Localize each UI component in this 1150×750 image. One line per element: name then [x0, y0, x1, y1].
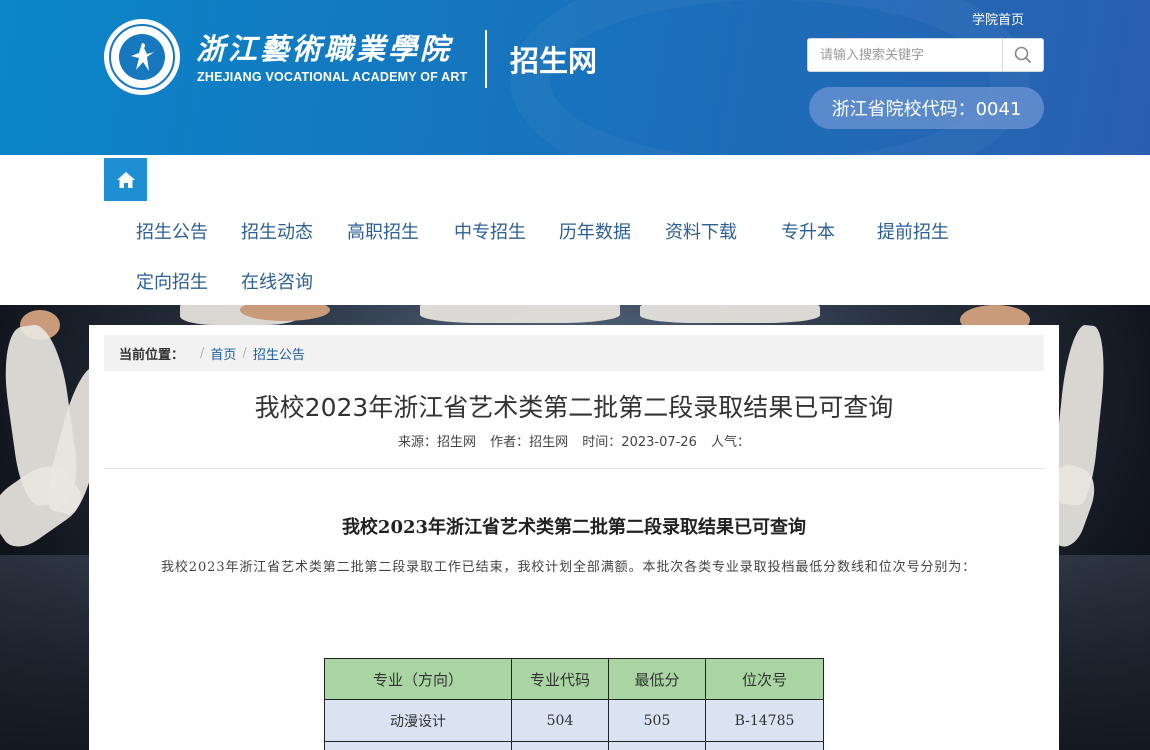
meta-views: 人气：	[711, 435, 751, 450]
nav-item-historical-data[interactable]: 历年数据	[559, 218, 631, 244]
nav-item-admission-news[interactable]: 招生动态	[241, 218, 313, 244]
body-title: 我校2023年浙江省艺术类第二批第二段录取结果已可查询	[341, 517, 807, 538]
search-button[interactable]	[1002, 39, 1043, 71]
article-card: 当前位置： / 首页 / 招生公告 我校2023年浙江省艺术类第二批第二段录取结…	[89, 325, 1059, 750]
school-logo[interactable]	[104, 19, 180, 95]
table-row: 动漫设计 504 505 B-14785	[324, 699, 824, 742]
school-code-badge: 浙江省院校代码：0041	[809, 87, 1044, 129]
table-header-min-score: 最低分	[608, 658, 706, 700]
school-name-cn: 浙江藝術職業學院	[196, 32, 453, 66]
article-title: 我校2023年浙江省艺术类第二批第二段录取结果已可查询	[254, 393, 894, 422]
home-icon	[116, 171, 135, 188]
nav-item-downloads[interactable]: 资料下载	[665, 218, 737, 244]
breadcrumb-category-link[interactable]: 招生公告	[253, 344, 305, 363]
nav-item-directed-admission[interactable]: 定向招生	[136, 268, 208, 294]
header-divider	[485, 30, 487, 88]
body-paragraph: 我校2023年浙江省艺术类第二批第二段录取工作已结束，我校计划全部满额。本批次各…	[161, 560, 977, 575]
nav-item-online-consult[interactable]: 在线咨询	[241, 268, 313, 294]
site-header: 浙江藝術職業學院 ZHEJIANG VOCATIONAL ACADEMY OF …	[0, 0, 1150, 155]
nav-item-early-admission[interactable]: 提前招生	[877, 218, 949, 244]
table-cell-code: 504	[511, 699, 609, 742]
logo-dancer-emblem	[119, 34, 165, 80]
table-cell-min-score: 505	[608, 699, 706, 742]
breadcrumb-separator: /	[242, 345, 247, 361]
table-header-major: 专业（方向）	[324, 658, 512, 700]
admission-results-table: 专业（方向） 专业代码 最低分 位次号 动漫设计 504 505 B-14785	[324, 658, 824, 750]
table-header-row: 专业（方向） 专业代码 最低分 位次号	[324, 658, 824, 700]
school-name-en: ZHEJIANG VOCATIONAL ACADEMY OF ART	[197, 70, 468, 84]
breadcrumb: 当前位置： / 首页 / 招生公告	[104, 335, 1044, 371]
home-button[interactable]	[104, 158, 147, 201]
breadcrumb-separator: /	[200, 345, 205, 361]
table-header-rank: 位次号	[705, 658, 824, 700]
breadcrumb-home-link[interactable]: 首页	[210, 344, 236, 363]
table-row	[324, 741, 824, 750]
table-cell-major: 动漫设计	[324, 699, 512, 742]
meta-time: 时间：2023-07-26	[582, 435, 697, 450]
search-icon	[1014, 46, 1032, 64]
search-input[interactable]	[808, 39, 1002, 71]
nav-item-admission-notice[interactable]: 招生公告	[136, 218, 208, 244]
search-box	[807, 38, 1044, 72]
logo-ring	[109, 24, 175, 90]
nav-item-secondary-vocational[interactable]: 中专招生	[454, 218, 526, 244]
breadcrumb-label: 当前位置：	[119, 347, 185, 363]
meta-source: 来源：招生网	[397, 435, 476, 450]
nav-item-higher-vocational[interactable]: 高职招生	[347, 218, 419, 244]
college-home-link[interactable]: 学院首页	[972, 9, 1024, 28]
site-name: 招生网	[510, 44, 598, 78]
nav-item-upgrade[interactable]: 专升本	[781, 218, 835, 244]
table-header-code: 专业代码	[511, 658, 609, 700]
meta-author: 作者：招生网	[490, 435, 569, 450]
title-divider	[104, 468, 1044, 469]
table-cell-rank: B-14785	[705, 699, 824, 742]
article-meta: 来源：招生网 作者：招生网 时间：2023-07-26 人气：	[89, 431, 1059, 450]
